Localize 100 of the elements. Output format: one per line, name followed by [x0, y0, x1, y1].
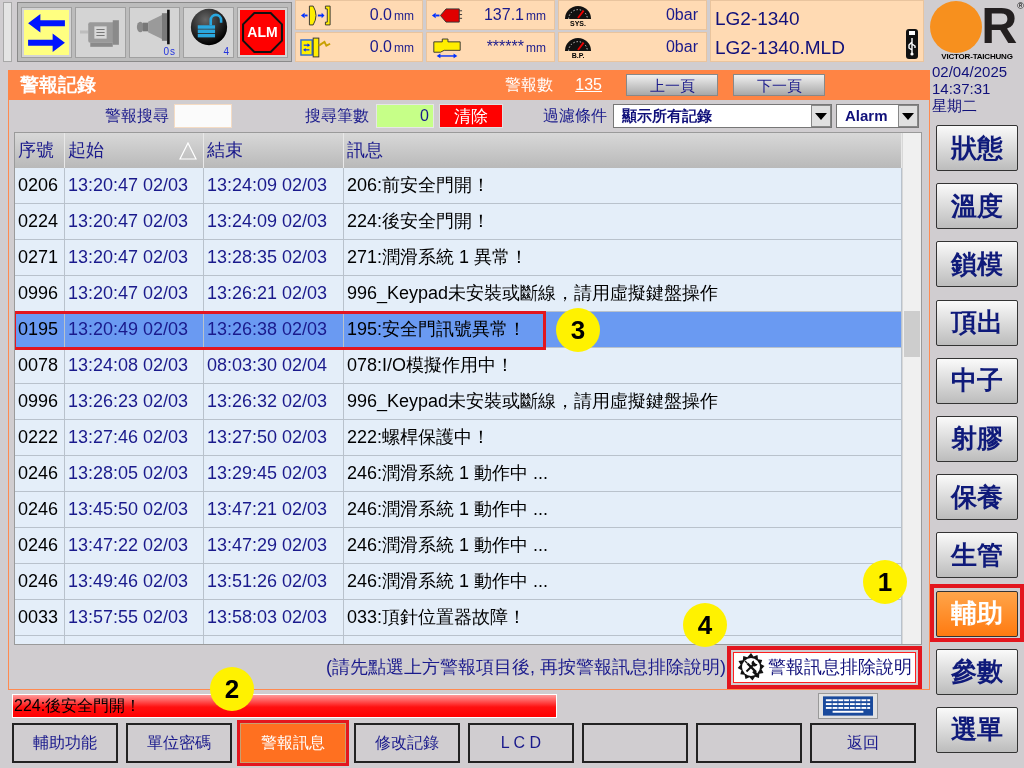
table-row[interactable]: 0996 13:26:23 02/03 13:26:32 02/03 996_Keypad未安裝或斷線，請用虛擬鍵盤操作 [15, 384, 902, 420]
filter-dropdown[interactable]: 顯示所有記錄 [613, 104, 832, 128]
table-cell: 0222 [15, 420, 65, 455]
table-row[interactable]: 0271 13:20:47 02/03 13:28:35 02/03 271:潤滑系統 1 異常！ [15, 240, 902, 276]
table-cell: 13:24:09 02/03 [204, 204, 344, 239]
logo-circle-icon [930, 1, 983, 53]
table-row[interactable]: 0222 13:27:46 02/03 13:27:50 02/03 222:螺桿保護中！ [15, 420, 902, 456]
mold-file: LG2-1340.MLD [715, 36, 846, 61]
menu-button[interactable]: 狀態 [936, 125, 1018, 171]
weekday-text: 星期二 [932, 97, 978, 114]
bracket-arrows-icon [300, 3, 332, 27]
table-cell: 0078 [15, 348, 65, 383]
table-cell: 13:45:50 02/03 [65, 492, 204, 527]
table-cell: 13:20:47 02/03 [65, 168, 204, 203]
table-cell: 0246 [15, 564, 65, 599]
count-label: 警報數 [505, 75, 554, 95]
function-button[interactable] [696, 723, 802, 763]
table-cell: 13:26:38 02/03 [204, 312, 344, 347]
table-cell: 0246 [15, 528, 65, 563]
table-row[interactable]: 0996 13:20:47 02/03 13:26:21 02/03 996_Keypad未安裝或斷線，請用虛擬鍵盤操作 [15, 276, 902, 312]
table-cell: 13:20:47 02/03 [65, 276, 204, 311]
step-marker: 3 [556, 308, 600, 352]
gauge-icon [564, 35, 592, 52]
table-cell: 13:26:23 02/03 [65, 384, 204, 419]
table-cell: 08:03:30 02/04 [204, 348, 344, 383]
table-row[interactable]: 0224 13:20:47 02/03 13:24:09 02/03 224:後安全門開！ [15, 204, 902, 240]
function-button[interactable]: 返回 [810, 723, 916, 763]
gear-tools-icon [737, 653, 765, 681]
function-button[interactable]: 單位密碼 [126, 723, 232, 763]
logo-mark: R [981, 1, 1018, 51]
readout-value: 0.0mm [369, 5, 414, 25]
panel-title: 警報記錄 [20, 72, 96, 97]
filter-label: 過濾條件 [543, 106, 607, 126]
menu-button[interactable]: 頂出 [936, 299, 1018, 346]
table-cell: 0246 [15, 456, 65, 491]
menu-button[interactable]: 射膠 [936, 415, 1018, 462]
table-cell: 13:27:46 02/03 [65, 420, 204, 455]
table-cell: 0271 [15, 240, 65, 275]
readout-value: 0bar [665, 37, 698, 57]
function-button[interactable] [582, 723, 688, 763]
toolbar-button[interactable]: 0s [129, 6, 180, 58]
table-cell: 13:28:05 02/03 [65, 456, 204, 491]
table-cell: 13:26:32 02/03 [204, 384, 344, 419]
usb-icon [905, 29, 919, 59]
toolbar-button[interactable]: 4 [183, 6, 234, 58]
page-button[interactable]: 下一頁 [733, 74, 825, 96]
stop-sign-icon [240, 9, 285, 55]
table-row[interactable]: 0246 13:28:05 02/03 13:29:45 02/03 246:潤滑系統 1 動作中 ... [15, 456, 902, 492]
table-row[interactable]: 0206 13:20:47 02/03 13:24:09 02/03 206:前安全門開！ [15, 168, 902, 204]
table-row[interactable]: 0246 13:45:50 02/03 13:47:21 02/03 246:潤滑系統 1 動作中 ... [15, 492, 902, 528]
scrollbar-thumb[interactable] [904, 311, 920, 357]
clear-button[interactable]: 清除 [439, 104, 503, 128]
function-button[interactable]: 輔助功能 [12, 723, 118, 763]
toolbar-button[interactable] [21, 6, 72, 58]
table-cell: 0996 [15, 276, 65, 311]
barrel-arrows-icon [431, 35, 463, 59]
table-cell: 0996 [15, 384, 65, 419]
keyboard-icon [818, 693, 878, 719]
table-cell: 13:20:47 02/03 [65, 240, 204, 275]
menu-button[interactable]: 中子 [936, 357, 1018, 404]
toolbar-grip[interactable] [3, 2, 12, 62]
page-button[interactable]: 上一頁 [626, 74, 718, 96]
function-button[interactable]: L C D [468, 723, 574, 763]
mold-name: LG2-1340 [715, 7, 801, 31]
menu-button[interactable]: 生管 [936, 532, 1018, 579]
search-field[interactable] [174, 104, 232, 128]
readout-value: 0bar [665, 5, 698, 25]
gauge-icon [564, 3, 592, 20]
function-button[interactable]: 修改記錄 [354, 723, 460, 763]
plate-arrows-icon [300, 35, 332, 59]
table-cell: 13:20:49 02/03 [65, 312, 204, 347]
menu-button[interactable]: 參數 [936, 648, 1018, 695]
table-cell: 13:29:45 02/03 [204, 456, 344, 491]
table-cell: 13:49:46 02/03 [65, 564, 204, 599]
menu-button[interactable]: 選單 [936, 706, 1018, 753]
table-cell: 0246 [15, 492, 65, 527]
table-cell: 13:47:22 02/03 [65, 528, 204, 563]
table-cell: 13:47:21 02/03 [204, 492, 344, 527]
scrollbar[interactable] [902, 133, 921, 644]
menu-button[interactable]: 鎖模 [936, 241, 1018, 288]
troubleshoot-button[interactable]: 警報訊息排除說明 [733, 651, 916, 683]
readout-value: 0.0mm [369, 37, 414, 57]
type-dropdown[interactable]: Alarm [836, 104, 919, 128]
table-cell: 0206 [15, 168, 65, 203]
table-cell: 0224 [15, 204, 65, 239]
readout-value: ******mm [486, 37, 546, 57]
alarm-count: 135 [575, 75, 602, 95]
table-row[interactable]: 0078 13:24:08 02/03 08:03:30 02/04 078:I/O模擬作用中！ [15, 348, 902, 384]
table-cell: 13:58:03 02/03 [204, 600, 344, 635]
table-row[interactable]: 0246 13:47:22 02/03 13:47:29 02/03 246:潤滑系統 1 動作中 ... [15, 528, 902, 564]
readout-value: 137.1 mm [483, 5, 546, 25]
registered-mark: ® [1017, 2, 1024, 11]
table-cell: 13:24:09 02/03 [204, 168, 344, 203]
table-cell: 13:20:47 02/03 [65, 204, 204, 239]
toolbar-button[interactable]: ALM [237, 6, 288, 58]
time-text: 14:37:31 [932, 80, 992, 97]
table-cell: 13:51:26 02/03 [204, 564, 344, 599]
search-label: 警報搜尋 [105, 106, 169, 126]
menu-button[interactable]: 溫度 [936, 183, 1018, 230]
menu-button[interactable]: 保養 [936, 474, 1018, 521]
